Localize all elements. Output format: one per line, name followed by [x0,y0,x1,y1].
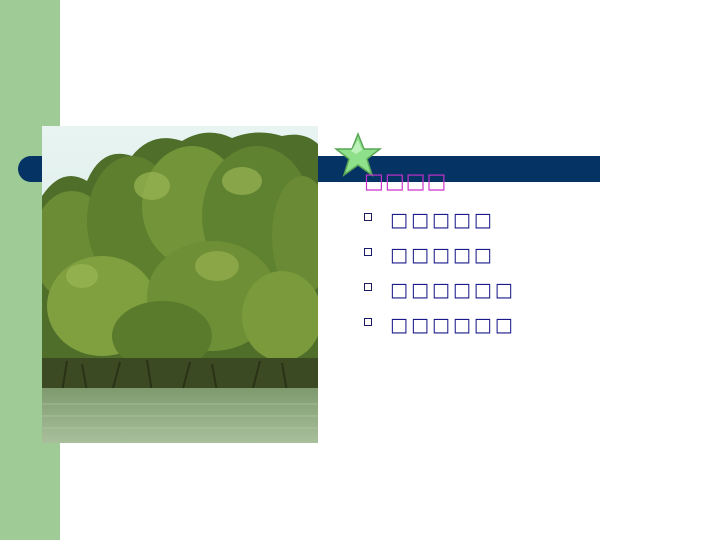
slide-heading: □□□□ [364,169,448,193]
square-bullet-icon [364,212,372,221]
list-item: □□□□□□ [364,272,516,307]
list-item: □□□□□ [364,237,516,272]
square-bullet-icon [364,247,372,256]
bullet-list: □□□□□ □□□□□ □□□□□□ □□□□□□ [364,202,516,342]
bullet-text: □□□□□□ [390,313,516,336]
bullet-text: □□□□□□ [390,278,516,301]
slide: □□□□ □□□□□ □□□□□ □□□□□□ □□□□□□ [0,0,720,540]
square-bullet-icon [364,282,372,291]
bullet-text: □□□□□ [390,243,495,266]
list-item: □□□□□ [364,202,516,237]
square-bullet-icon [364,317,372,326]
list-item: □□□□□□ [364,307,516,342]
bullet-text: □□□□□ [390,208,495,231]
mangrove-photo [42,126,318,443]
